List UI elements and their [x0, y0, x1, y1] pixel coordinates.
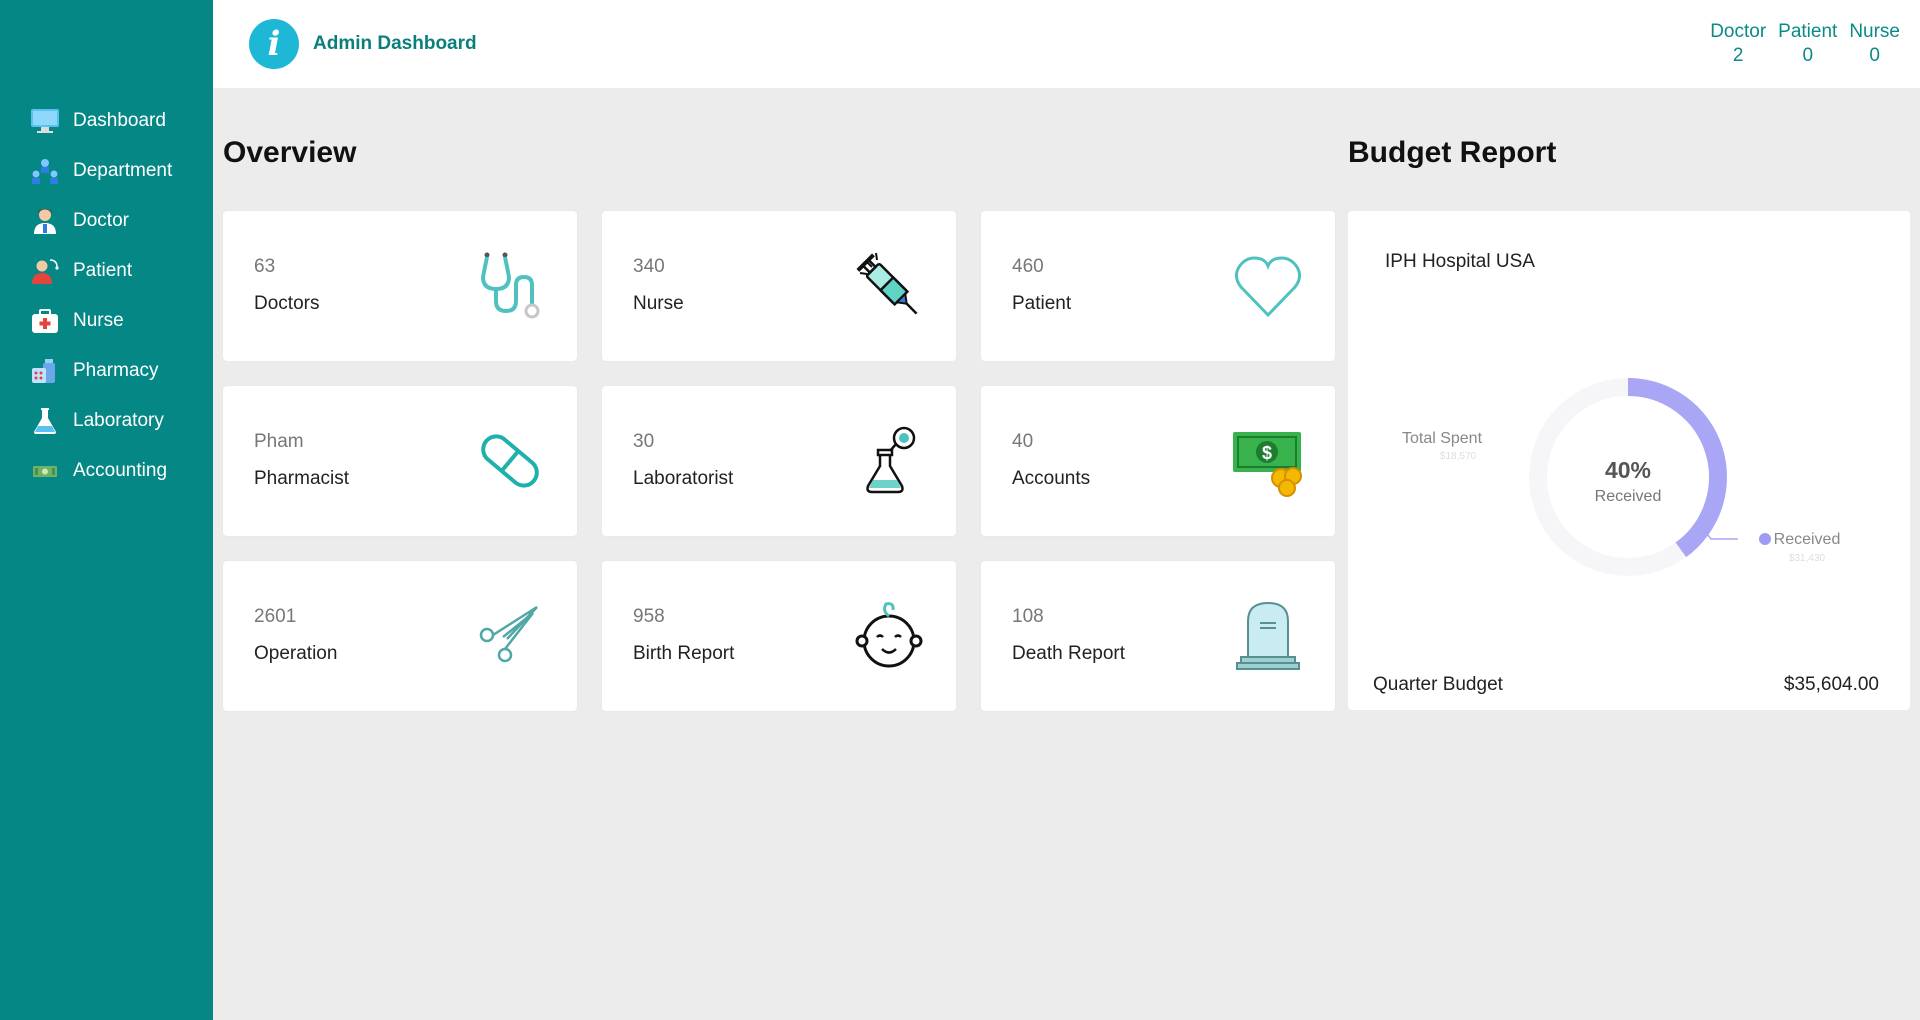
card-label: Laboratorist [633, 468, 734, 489]
stat-patient: Patient 0 [1778, 20, 1837, 68]
sidebar-item-label: Dashboard [73, 110, 166, 131]
sidebar-item-label: Laboratory [73, 410, 164, 431]
doctor-icon [28, 206, 61, 236]
card-nurse[interactable]: 340 Nurse [602, 211, 956, 361]
legend-label-spent: Total Spent [1402, 430, 1483, 447]
organization-name: IPH Hospital USA [1385, 251, 1535, 272]
card-value: 30 [633, 431, 655, 452]
card-label: Nurse [633, 293, 684, 314]
card-value: 63 [254, 256, 276, 277]
card-value: 2601 [254, 606, 297, 627]
card-label: Doctors [254, 293, 320, 314]
stat-value: 0 [1802, 45, 1814, 66]
heart-icon [1234, 256, 1302, 318]
lab-flask-icon [866, 426, 916, 494]
stat-label: Doctor [1710, 21, 1767, 42]
sidebar-item-label: Pharmacy [73, 360, 159, 381]
patient-icon [28, 256, 61, 286]
card-label: Accounts [1012, 468, 1091, 489]
header-stats: Doctor 2 Patient 0 Nurse 0 [1710, 20, 1900, 68]
card-value: 108 [1012, 606, 1044, 627]
card-value: 460 [1012, 256, 1044, 277]
budget-report-title: Budget Report [1348, 136, 1557, 169]
center-label: Received [1595, 488, 1662, 505]
card-value: 40 [1012, 431, 1034, 452]
card-label: Death Report [1012, 643, 1126, 664]
overview-title: Overview [223, 136, 357, 169]
sidebar-item-label: Accounting [73, 460, 168, 481]
svg-text:$: $ [1262, 443, 1272, 463]
card-value: 958 [633, 606, 665, 627]
quarter-budget-label: Quarter Budget [1373, 674, 1503, 695]
cash-icon [28, 456, 61, 486]
card-operation[interactable]: 2601 Operation [223, 561, 577, 711]
sidebar-item-nurse[interactable]: Nurse [0, 296, 213, 346]
budget-report-card: IPH Hospital USA 40% Received Total Spen… [1348, 211, 1910, 710]
monitor-icon [28, 106, 61, 136]
stat-label: Nurse [1849, 21, 1900, 42]
card-death-report[interactable]: 108 Death Report [981, 561, 1335, 711]
card-pharmacist[interactable]: Pham Pharmacist [223, 386, 577, 536]
top-header: i Admin Dashboard Doctor 2 Patient 0 Nur… [213, 0, 1920, 88]
sidebar-item-label: Doctor [73, 210, 129, 231]
sidebar-item-dashboard[interactable]: Dashboard [0, 96, 213, 146]
received-marker [1759, 533, 1771, 545]
legend-label-received: Received [1774, 531, 1841, 548]
stat-value: 2 [1732, 45, 1744, 66]
stat-value: 0 [1869, 45, 1880, 66]
center-value: 40% [1605, 457, 1651, 483]
info-logo-icon[interactable]: i [249, 19, 299, 69]
sidebar-item-laboratory[interactable]: Laboratory [0, 396, 213, 446]
tombstone-icon [1236, 601, 1300, 670]
capsule-icon [481, 434, 539, 488]
sidebar-item-patient[interactable]: Patient [0, 246, 213, 296]
card-birth-report[interactable]: 958 Birth Report [602, 561, 956, 711]
scissors-icon [479, 605, 538, 663]
pharmacy-icon [28, 356, 61, 386]
flask-icon [28, 406, 61, 436]
brand-title[interactable]: Admin Dashboard [313, 33, 477, 55]
sidebar-item-label: Patient [73, 260, 133, 281]
sidebar-item-label: Department [73, 160, 173, 181]
sidebar-item-doctor[interactable]: Doctor [0, 196, 213, 246]
first-aid-kit-icon [28, 306, 61, 336]
sidebar-item-pharmacy[interactable]: Pharmacy [0, 346, 213, 396]
baby-icon [855, 602, 923, 668]
budget-donut-chart: 40% Received Total Spent $18,570 Receive… [1402, 378, 1841, 576]
card-label: Pharmacist [254, 468, 350, 489]
syringe-icon [856, 252, 918, 315]
money-icon: $ [1233, 432, 1302, 497]
quarter-budget-value: $35,604.00 [1783, 674, 1879, 695]
stethoscope-icon [480, 252, 540, 319]
sidebar-item-department[interactable]: Department [0, 146, 213, 196]
sidebar: Dashboard Department Doctor Patient Nurs… [0, 0, 213, 1020]
card-patient[interactable]: 460 Patient [981, 211, 1335, 361]
sidebar-item-label: Nurse [73, 310, 124, 331]
card-label: Patient [1012, 293, 1072, 314]
stat-nurse: Nurse 0 [1849, 20, 1900, 68]
card-doctors[interactable]: 63 Doctors [223, 211, 577, 361]
sidebar-item-accounting[interactable]: Accounting [0, 446, 213, 496]
card-label: Birth Report [633, 643, 735, 664]
card-accounts[interactable]: 40 Accounts $ [981, 386, 1335, 536]
legend-value-spent: $18,570 [1440, 451, 1477, 462]
card-value: Pham [254, 431, 304, 452]
stat-label: Patient [1778, 21, 1838, 42]
department-icon [28, 156, 61, 186]
card-laboratorist[interactable]: 30 Laboratorist [602, 386, 956, 536]
legend-value-received: $31,430 [1789, 553, 1826, 564]
stat-doctor: Doctor 2 [1710, 20, 1766, 68]
card-value: 340 [633, 256, 665, 277]
card-label: Operation [254, 643, 338, 664]
